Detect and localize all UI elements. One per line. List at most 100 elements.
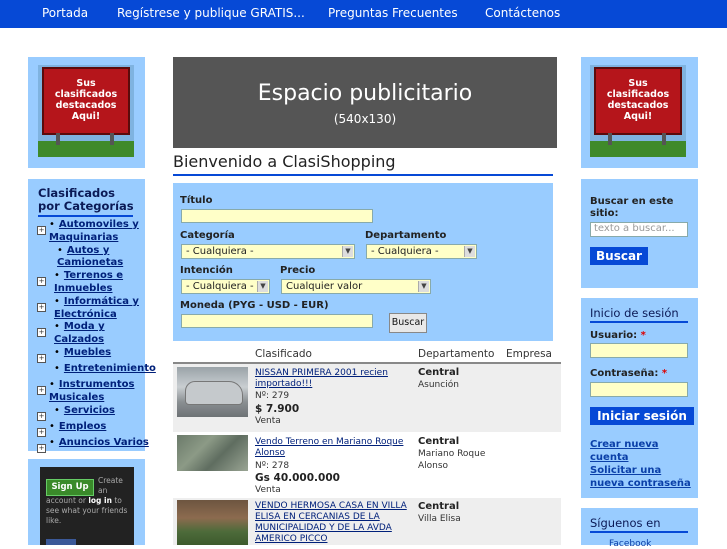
category-link[interactable]: Automoviles y — [59, 219, 139, 230]
category-link[interactable]: Autos y — [67, 245, 109, 256]
titulo-input[interactable] — [181, 209, 373, 223]
facebook-link[interactable]: Facebook — [609, 539, 651, 549]
site-search-label: Buscar en este sitio: — [590, 196, 674, 219]
categories-title: Clasificados por Categorías — [38, 186, 134, 213]
category-link[interactable]: Camionetas — [57, 257, 123, 268]
expand-icon[interactable]: + — [37, 302, 46, 312]
nav-registrese[interactable]: Regístrese y publique GRATIS... — [117, 6, 305, 20]
create-account-link[interactable]: Crear nueva cuenta — [590, 439, 685, 464]
car-shape — [185, 381, 243, 405]
category-item: + • Empleos — [37, 420, 107, 437]
follow-title-underline — [590, 531, 688, 533]
departamento-label: Departamento — [365, 230, 447, 241]
departamento-select[interactable]: - Cualquiera - ▼ — [366, 244, 477, 259]
required-mark: * — [640, 330, 646, 341]
category-link[interactable]: Instrumentos — [59, 379, 135, 390]
listing-department: Central — [418, 436, 460, 447]
billboard-leg — [56, 133, 60, 145]
category-item: + • Instrumentos Musicales — [37, 378, 135, 403]
billboard-text: Sus clasificados destacados Aqui! — [594, 67, 682, 135]
category-link[interactable]: Muebles — [64, 347, 111, 358]
category-link[interactable]: Informática y — [64, 296, 139, 307]
listing-department: Central — [418, 367, 460, 378]
nav-contactenos[interactable]: Contáctenos — [485, 6, 560, 20]
category-link[interactable]: Empleos — [59, 421, 106, 432]
categories-panel: Clasificados por Categorías + • Automovile… — [28, 179, 156, 469]
dropdown-arrow-icon: ▼ — [257, 281, 268, 292]
page-title: Bienvenido a ClasiShopping — [173, 152, 396, 171]
category-link[interactable]: Entretenimiento — [64, 363, 156, 374]
expand-icon[interactable]: + — [37, 411, 46, 421]
required-mark: * — [661, 368, 668, 379]
category-link[interactable]: Musicales — [49, 392, 104, 403]
dropdown-arrow-icon: ▼ — [464, 246, 475, 257]
dropdown-arrow-icon: ▼ — [418, 281, 429, 292]
password-input[interactable] — [590, 382, 688, 397]
category-item: + • Automoviles y Maquinarias — [37, 219, 139, 243]
billboard-grass — [590, 141, 686, 157]
new-password-link[interactable]: Solicitar una nueva contraseña — [590, 465, 695, 490]
category-link[interactable]: Servicios — [64, 405, 115, 416]
listing-city: Asunción — [418, 380, 459, 390]
login-button[interactable]: Iniciar sesión — [590, 407, 694, 425]
category-link[interactable]: Anuncios Varios — [59, 437, 149, 448]
category-item: + • Muebles — [37, 346, 112, 363]
expand-icon[interactable]: + — [37, 443, 46, 453]
site-search-button[interactable]: Buscar — [590, 247, 648, 265]
nav-preguntas[interactable]: Preguntas Frecuentes — [328, 6, 458, 20]
listing-title-link[interactable]: VENDO HERMOSA CASA EN VILLA ELISA EN CERC… — [255, 501, 415, 545]
search-submit-button[interactable]: Buscar — [389, 313, 427, 333]
expand-icon[interactable]: + — [37, 385, 46, 395]
expand-icon[interactable]: + — [37, 353, 46, 363]
user-input[interactable] — [590, 343, 688, 358]
follow-panel: Síguenos en Facebook — [581, 508, 698, 549]
category-link[interactable]: Terrenos e — [64, 270, 123, 281]
precio-select[interactable]: Cualquier valor ▼ — [281, 279, 431, 294]
listing-thumbnail[interactable] — [177, 500, 248, 545]
category-link[interactable]: Moda y — [64, 321, 105, 332]
category-link[interactable]: Electrónica — [54, 309, 117, 320]
listing-thumbnail[interactable] — [177, 367, 248, 417]
listing-number: Nº: 278 — [255, 461, 290, 471]
top-navigation: Portada Regístrese y publique GRATIS... … — [0, 0, 727, 28]
billboard-ad-left[interactable]: Sus clasificados destacados Aqui! — [38, 65, 134, 157]
listing-price: $ 7.900 — [255, 403, 300, 415]
login-title-underline — [590, 321, 688, 323]
site-search-input[interactable]: texto a buscar... — [590, 222, 688, 237]
right-billboard-panel: Sus clasificados destacados Aqui! — [581, 57, 698, 168]
nav-portada[interactable]: Portada — [42, 6, 88, 20]
title-underline — [173, 174, 553, 176]
expand-icon[interactable]: + — [37, 427, 46, 437]
category-item: • Entretenimiento — [54, 362, 156, 374]
user-label: Usuario: * — [590, 330, 646, 341]
dropdown-arrow-icon: ▼ — [342, 246, 353, 257]
billboard-leg — [662, 133, 666, 145]
listing-city: Mariano Roque Alonso — [418, 449, 486, 471]
facebook-login-link[interactable]: log in — [88, 496, 112, 505]
intencion-select[interactable]: - Cualquiera - ▼ — [181, 279, 270, 294]
login-title: Inicio de sesión — [590, 306, 679, 320]
categories-title-underline — [38, 215, 133, 217]
expand-icon[interactable]: + — [37, 277, 46, 287]
table-row: NISSAN PRIMERA 2001 recien importado!!! N… — [173, 364, 561, 432]
listing-title-link[interactable]: NISSAN PRIMERA 2001 recien importado!!! — [255, 368, 405, 390]
ad-space[interactable]: Espacio publicitario (540x130) — [173, 57, 557, 148]
category-item: • Autos y Camionetas — [57, 244, 124, 269]
listing-department: Central — [418, 501, 460, 512]
expand-icon[interactable]: + — [37, 328, 46, 338]
category-link[interactable]: Inmuebles — [54, 283, 112, 294]
precio-label: Precio — [280, 265, 316, 276]
moneda-input[interactable] — [181, 314, 373, 328]
expand-icon[interactable]: + — [37, 226, 46, 235]
listing-price: Gs 40.000.000 — [255, 472, 340, 484]
category-link[interactable]: Calzados — [54, 334, 104, 345]
billboard-ad-right[interactable]: Sus clasificados destacados Aqui! — [590, 65, 686, 157]
category-item: + • Informática y Electrónica — [37, 295, 139, 320]
pass-label: Contraseña: * — [590, 368, 668, 379]
category-link[interactable]: Maquinarias — [49, 232, 118, 243]
listing-thumbnail[interactable] — [177, 435, 248, 471]
listing-intent: Venta — [255, 416, 281, 426]
categoria-select[interactable]: - Cualquiera - ▼ — [181, 244, 355, 259]
facebook-widget-bar — [46, 539, 76, 545]
listing-title-link[interactable]: Vendo Terreno en Mariano Roque Alonso — [255, 437, 405, 459]
